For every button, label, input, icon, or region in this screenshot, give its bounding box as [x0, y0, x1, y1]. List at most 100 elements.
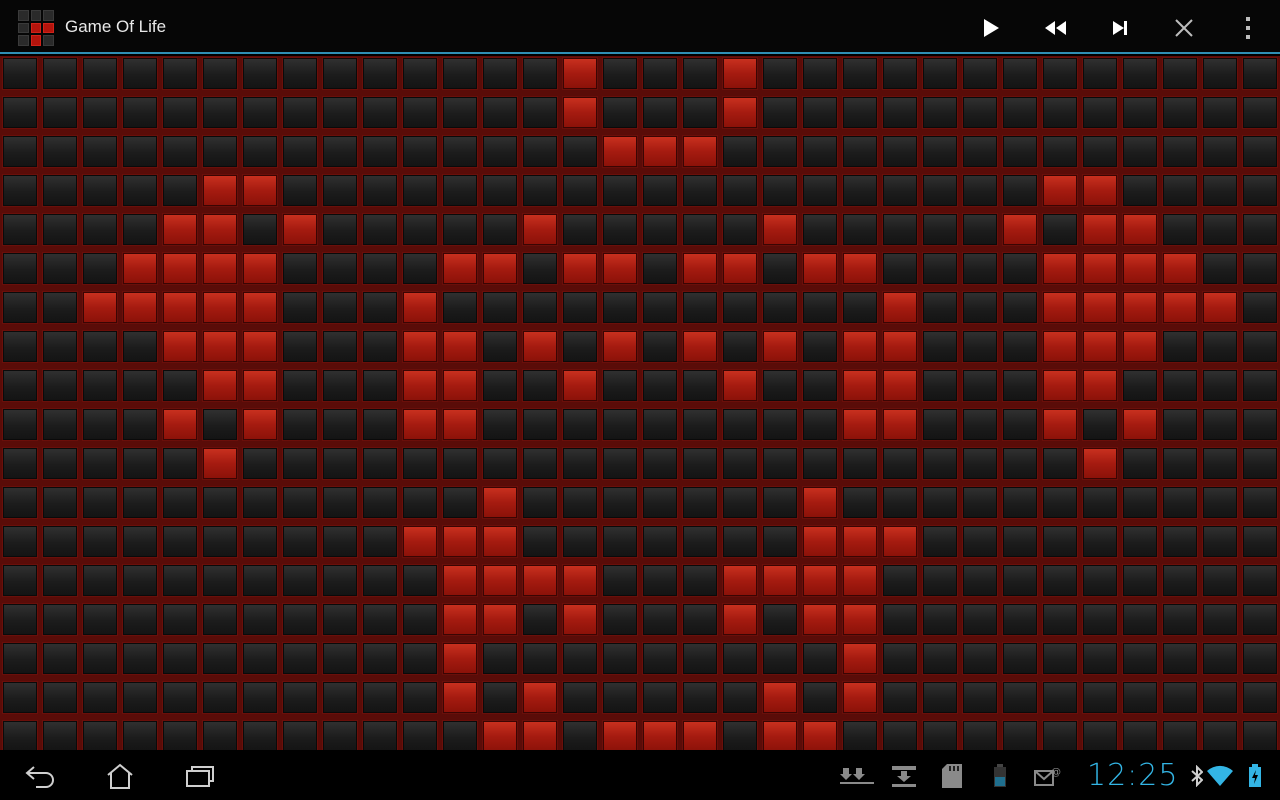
dead-cell[interactable]: [1163, 565, 1197, 596]
dead-cell[interactable]: [203, 721, 237, 750]
dead-cell[interactable]: [1243, 682, 1277, 713]
dead-cell[interactable]: [363, 526, 397, 557]
dead-cell[interactable]: [963, 409, 997, 440]
dead-cell[interactable]: [363, 253, 397, 284]
dead-cell[interactable]: [163, 370, 197, 401]
dead-cell[interactable]: [883, 214, 917, 245]
dead-cell[interactable]: [883, 97, 917, 128]
live-cell[interactable]: [683, 331, 717, 362]
dead-cell[interactable]: [3, 721, 37, 750]
dead-cell[interactable]: [883, 721, 917, 750]
dead-cell[interactable]: [123, 526, 157, 557]
live-cell[interactable]: [123, 292, 157, 323]
dead-cell[interactable]: [723, 643, 757, 674]
dead-cell[interactable]: [123, 370, 157, 401]
dead-cell[interactable]: [443, 136, 477, 167]
live-cell[interactable]: [563, 604, 597, 635]
dead-cell[interactable]: [1003, 253, 1037, 284]
dead-cell[interactable]: [323, 97, 357, 128]
dead-cell[interactable]: [443, 487, 477, 518]
dead-cell[interactable]: [1243, 214, 1277, 245]
dead-cell[interactable]: [563, 136, 597, 167]
live-cell[interactable]: [483, 721, 517, 750]
dead-cell[interactable]: [803, 331, 837, 362]
dead-cell[interactable]: [43, 721, 77, 750]
life-board[interactable]: [0, 56, 1280, 750]
dead-cell[interactable]: [1043, 58, 1077, 89]
live-cell[interactable]: [403, 370, 437, 401]
dead-cell[interactable]: [763, 526, 797, 557]
dead-cell[interactable]: [1003, 136, 1037, 167]
rewind-button[interactable]: [1035, 10, 1075, 46]
dead-cell[interactable]: [1003, 604, 1037, 635]
live-cell[interactable]: [1083, 175, 1117, 206]
dead-cell[interactable]: [523, 58, 557, 89]
dead-cell[interactable]: [643, 292, 677, 323]
dead-cell[interactable]: [3, 643, 37, 674]
dead-cell[interactable]: [283, 721, 317, 750]
dead-cell[interactable]: [683, 682, 717, 713]
dead-cell[interactable]: [643, 682, 677, 713]
dead-cell[interactable]: [243, 643, 277, 674]
dead-cell[interactable]: [83, 331, 117, 362]
dead-cell[interactable]: [563, 448, 597, 479]
dead-cell[interactable]: [83, 253, 117, 284]
dead-cell[interactable]: [203, 97, 237, 128]
live-cell[interactable]: [723, 370, 757, 401]
live-cell[interactable]: [403, 409, 437, 440]
dead-cell[interactable]: [283, 97, 317, 128]
dead-cell[interactable]: [1203, 409, 1237, 440]
dead-cell[interactable]: [243, 487, 277, 518]
dead-cell[interactable]: [1243, 292, 1277, 323]
dead-cell[interactable]: [363, 604, 397, 635]
dead-cell[interactable]: [323, 604, 357, 635]
dead-cell[interactable]: [1083, 643, 1117, 674]
live-cell[interactable]: [243, 292, 277, 323]
dead-cell[interactable]: [123, 565, 157, 596]
dead-cell[interactable]: [883, 565, 917, 596]
live-cell[interactable]: [643, 721, 677, 750]
dead-cell[interactable]: [283, 487, 317, 518]
dead-cell[interactable]: [43, 487, 77, 518]
dead-cell[interactable]: [483, 682, 517, 713]
live-cell[interactable]: [603, 136, 637, 167]
live-cell[interactable]: [203, 214, 237, 245]
dead-cell[interactable]: [483, 136, 517, 167]
dead-cell[interactable]: [643, 370, 677, 401]
dead-cell[interactable]: [3, 448, 37, 479]
dead-cell[interactable]: [803, 682, 837, 713]
dead-cell[interactable]: [123, 175, 157, 206]
live-cell[interactable]: [603, 331, 637, 362]
dead-cell[interactable]: [43, 370, 77, 401]
dead-cell[interactable]: [3, 370, 37, 401]
dead-cell[interactable]: [203, 409, 237, 440]
dead-cell[interactable]: [403, 58, 437, 89]
dead-cell[interactable]: [643, 604, 677, 635]
dead-cell[interactable]: [443, 292, 477, 323]
dead-cell[interactable]: [3, 682, 37, 713]
dead-cell[interactable]: [523, 409, 557, 440]
dead-cell[interactable]: [1083, 487, 1117, 518]
dead-cell[interactable]: [283, 136, 317, 167]
dead-cell[interactable]: [923, 565, 957, 596]
dead-cell[interactable]: [843, 136, 877, 167]
dead-cell[interactable]: [323, 565, 357, 596]
live-cell[interactable]: [1163, 292, 1197, 323]
dead-cell[interactable]: [123, 448, 157, 479]
dead-cell[interactable]: [1243, 526, 1277, 557]
dead-cell[interactable]: [563, 214, 597, 245]
dead-cell[interactable]: [283, 643, 317, 674]
dead-cell[interactable]: [163, 136, 197, 167]
dead-cell[interactable]: [1163, 448, 1197, 479]
live-cell[interactable]: [1083, 292, 1117, 323]
live-cell[interactable]: [803, 604, 837, 635]
dead-cell[interactable]: [1163, 487, 1197, 518]
live-cell[interactable]: [443, 643, 477, 674]
dead-cell[interactable]: [123, 58, 157, 89]
live-cell[interactable]: [843, 331, 877, 362]
dead-cell[interactable]: [563, 409, 597, 440]
game-of-life-app-icon[interactable]: [18, 10, 54, 46]
dead-cell[interactable]: [83, 136, 117, 167]
dead-cell[interactable]: [203, 604, 237, 635]
dead-cell[interactable]: [883, 58, 917, 89]
